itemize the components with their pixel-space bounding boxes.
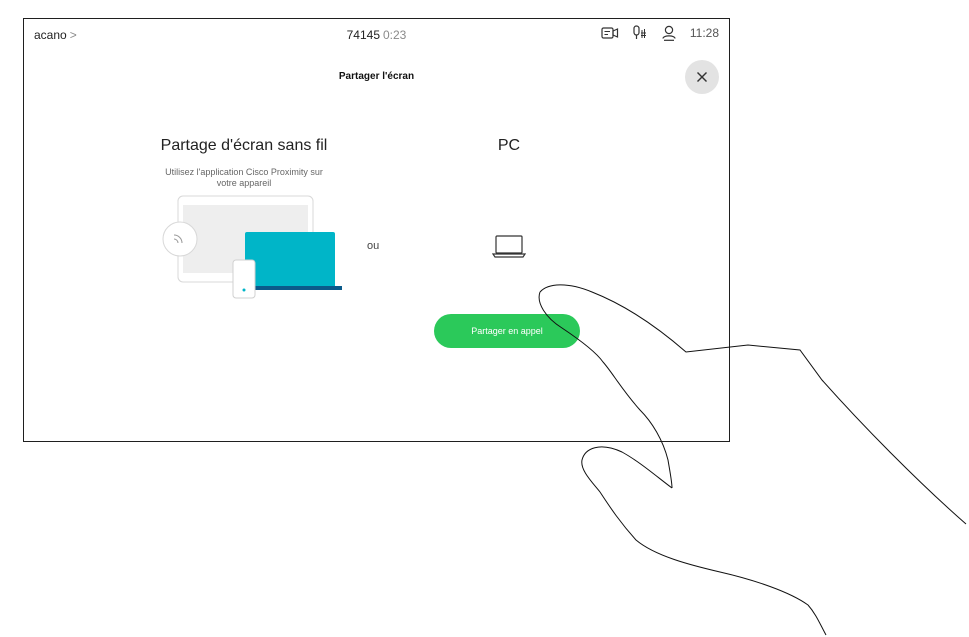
page-title: Partager l'écran	[338, 71, 415, 82]
or-separator: ou	[367, 240, 380, 252]
wireless-share-title: Partage d'écran sans fil	[160, 137, 328, 154]
participants-icon[interactable]	[661, 25, 677, 41]
close-icon	[697, 72, 707, 82]
status-icons: 11:28	[601, 25, 719, 41]
close-button[interactable]	[685, 60, 719, 94]
clock: 11:28	[689, 26, 719, 40]
microphone-icon[interactable]	[632, 25, 648, 41]
call-number: 74145	[346, 28, 380, 42]
touch-panel-screen: acano > 74145 0:23 11:28 Partager l'écra…	[23, 18, 730, 442]
status-bar: acano > 74145 0:23 11:28	[24, 19, 729, 51]
wireless-share-illustration	[160, 195, 346, 312]
call-duration: 0:23	[383, 28, 407, 42]
camera-icon[interactable]	[601, 26, 619, 40]
laptop-icon	[491, 234, 527, 263]
wireless-share-description: Utilisez l'application Cisco Proximity s…	[144, 167, 344, 189]
description-line-1: Utilisez l'application Cisco Proximity s…	[165, 167, 323, 177]
description-line-2: votre appareil	[216, 178, 272, 188]
share-in-call-button[interactable]: Partager en appel	[434, 314, 580, 348]
pc-title: PC	[497, 137, 521, 154]
